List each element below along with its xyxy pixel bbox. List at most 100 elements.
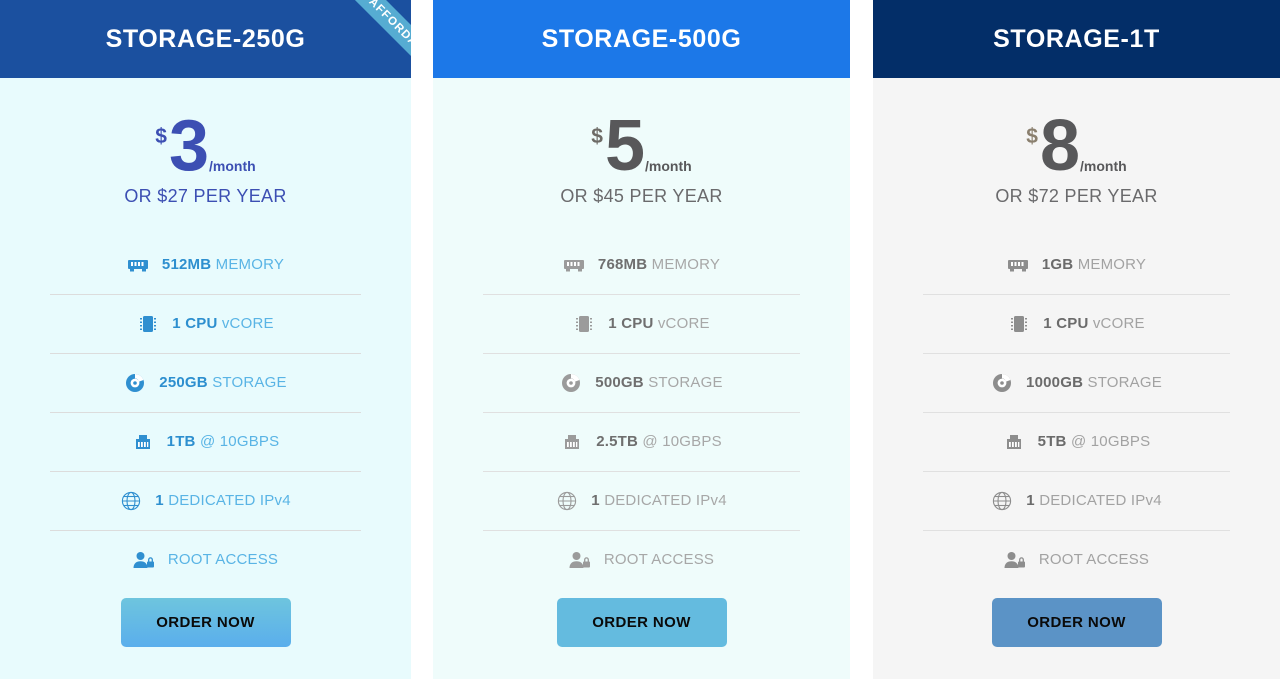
feature-label: ROOT ACCESS <box>167 551 279 569</box>
feature-list: 768MB MEMORY 1 CPU vCORE 500GB STORAGE 2… <box>433 235 850 589</box>
cpu-icon <box>573 313 595 335</box>
feature-row-memory: 512MB MEMORY <box>0 235 411 294</box>
feature-label: ROOT ACCESS <box>1038 551 1150 569</box>
column-gap <box>411 0 433 679</box>
order-now-button[interactable]: ORDER NOW <box>556 598 727 648</box>
feature-row-bandwidth: 2.5TB @ 10GBPS <box>433 412 850 471</box>
feature-value: 2.5TB <box>596 433 639 451</box>
feature-row-storage: 1000GB STORAGE <box>873 353 1280 412</box>
pricing-plan-storage-1t: STORAGE-1T $ 8 /month OR $72 PER YEAR 1G… <box>873 0 1280 679</box>
price-line: $ 8 /month <box>1026 106 1126 186</box>
feature-text-root-access: ROOT ACCESS <box>604 551 714 568</box>
price-per-year: OR $72 PER YEAR <box>995 186 1158 207</box>
order-now-button[interactable]: ORDER NOW <box>120 598 291 648</box>
price-block: $ 3 /month OR $27 PER YEAR <box>0 78 411 207</box>
feature-label: STORAGE <box>1087 374 1162 392</box>
feature-label: vCORE <box>221 315 274 333</box>
price-period: /month <box>645 158 692 175</box>
pricing-plan-storage-250g: AFFORDABLE STORAGE-250G $ 3 /month OR $2… <box>0 0 411 679</box>
plan-title: STORAGE-500G <box>541 24 742 53</box>
column-gap <box>850 0 873 679</box>
feature-text-memory: 512MB MEMORY <box>162 256 284 273</box>
disk-icon <box>991 372 1013 394</box>
order-now-button[interactable]: ORDER NOW <box>991 598 1162 648</box>
feature-label: @ 10GBPS <box>199 433 280 451</box>
feature-value: 5TB <box>1037 433 1067 451</box>
feature-value: 250GB <box>159 374 208 392</box>
feature-row-storage: 250GB STORAGE <box>0 353 411 412</box>
pricing-plan-storage-500g: STORAGE-500G $ 5 /month OR $45 PER YEAR … <box>433 0 850 679</box>
feature-label: vCORE <box>657 315 710 333</box>
feature-row-root-access: ROOT ACCESS <box>433 530 850 589</box>
feature-label: STORAGE <box>212 374 287 392</box>
feature-row-bandwidth: 5TB @ 10GBPS <box>873 412 1280 471</box>
feature-value: 1000GB <box>1026 374 1084 392</box>
feature-text-ipv4: 1 DEDICATED IPv4 <box>591 492 726 509</box>
feature-label: MEMORY <box>215 256 285 274</box>
feature-text-storage: 250GB STORAGE <box>159 374 286 391</box>
price-line: $ 3 /month <box>155 106 255 186</box>
feature-row-cpu: 1 CPU vCORE <box>873 294 1280 353</box>
feature-value: 1 <box>155 492 164 510</box>
feature-value: 512MB <box>161 256 212 274</box>
network-icon <box>132 431 154 453</box>
feature-label: DEDICATED IPv4 <box>604 492 727 510</box>
plan-header: STORAGE-500G <box>433 0 850 78</box>
feature-row-root-access: ROOT ACCESS <box>0 530 411 589</box>
price-block: $ 5 /month OR $45 PER YEAR <box>433 78 850 207</box>
feature-label: @ 10GBPS <box>642 433 722 451</box>
feature-row-ipv4: 1 DEDICATED IPv4 <box>0 471 411 530</box>
feature-label: MEMORY <box>1077 256 1147 274</box>
feature-value: 1 CPU <box>1043 315 1089 333</box>
feature-text-cpu: 1 CPU vCORE <box>1043 315 1144 332</box>
feature-text-root-access: ROOT ACCESS <box>1039 551 1149 568</box>
feature-list: 512MB MEMORY 1 CPU vCORE 250GB STORAGE 1… <box>0 235 411 589</box>
feature-row-memory: 768MB MEMORY <box>433 235 850 294</box>
feature-text-memory: 1GB MEMORY <box>1042 256 1146 273</box>
feature-label: DEDICATED IPv4 <box>1039 492 1162 510</box>
feature-value: 1GB <box>1041 256 1074 274</box>
price-per-year: OR $27 PER YEAR <box>124 186 287 207</box>
feature-value: 500GB <box>595 374 644 392</box>
cpu-icon <box>137 313 159 335</box>
feature-value: 1 <box>591 492 600 510</box>
feature-label: ROOT ACCESS <box>603 551 715 569</box>
feature-text-root-access: ROOT ACCESS <box>168 551 278 568</box>
currency-symbol: $ <box>1026 125 1038 148</box>
feature-text-bandwidth: 5TB @ 10GBPS <box>1038 433 1151 450</box>
order-button-area: ORDER NOW <box>0 589 411 679</box>
user-lock-icon <box>569 549 591 571</box>
feature-text-bandwidth: 1TB @ 10GBPS <box>167 433 280 450</box>
feature-text-cpu: 1 CPU vCORE <box>608 315 709 332</box>
feature-row-memory: 1GB MEMORY <box>873 235 1280 294</box>
feature-text-cpu: 1 CPU vCORE <box>172 315 273 332</box>
price-amount: 5 <box>604 106 645 186</box>
user-lock-icon <box>133 549 155 571</box>
feature-text-memory: 768MB MEMORY <box>598 256 720 273</box>
disk-icon <box>124 372 146 394</box>
network-icon <box>1003 431 1025 453</box>
price-amount: 3 <box>168 106 209 186</box>
feature-row-cpu: 1 CPU vCORE <box>433 294 850 353</box>
plan-title: STORAGE-250G <box>105 24 306 53</box>
feature-value: 1 CPU <box>608 315 654 333</box>
network-icon <box>561 431 583 453</box>
plan-header: STORAGE-250G <box>0 0 411 78</box>
currency-symbol: $ <box>591 125 603 148</box>
user-lock-icon <box>1004 549 1026 571</box>
price-amount: 8 <box>1039 106 1080 186</box>
feature-row-ipv4: 1 DEDICATED IPv4 <box>873 471 1280 530</box>
currency-symbol: $ <box>155 125 167 148</box>
feature-value: 1 <box>1026 492 1035 510</box>
feature-label: vCORE <box>1092 315 1145 333</box>
feature-label: @ 10GBPS <box>1070 433 1151 451</box>
order-button-area: ORDER NOW <box>873 589 1280 679</box>
pricing-table: AFFORDABLE STORAGE-250G $ 3 /month OR $2… <box>0 0 1280 679</box>
globe-icon <box>991 490 1013 512</box>
feature-text-bandwidth: 2.5TB @ 10GBPS <box>596 433 722 450</box>
globe-icon <box>120 490 142 512</box>
feature-text-storage: 1000GB STORAGE <box>1026 374 1162 391</box>
price-block: $ 8 /month OR $72 PER YEAR <box>873 78 1280 207</box>
plan-title: STORAGE-1T <box>993 24 1160 53</box>
feature-value: 1 CPU <box>172 315 218 333</box>
